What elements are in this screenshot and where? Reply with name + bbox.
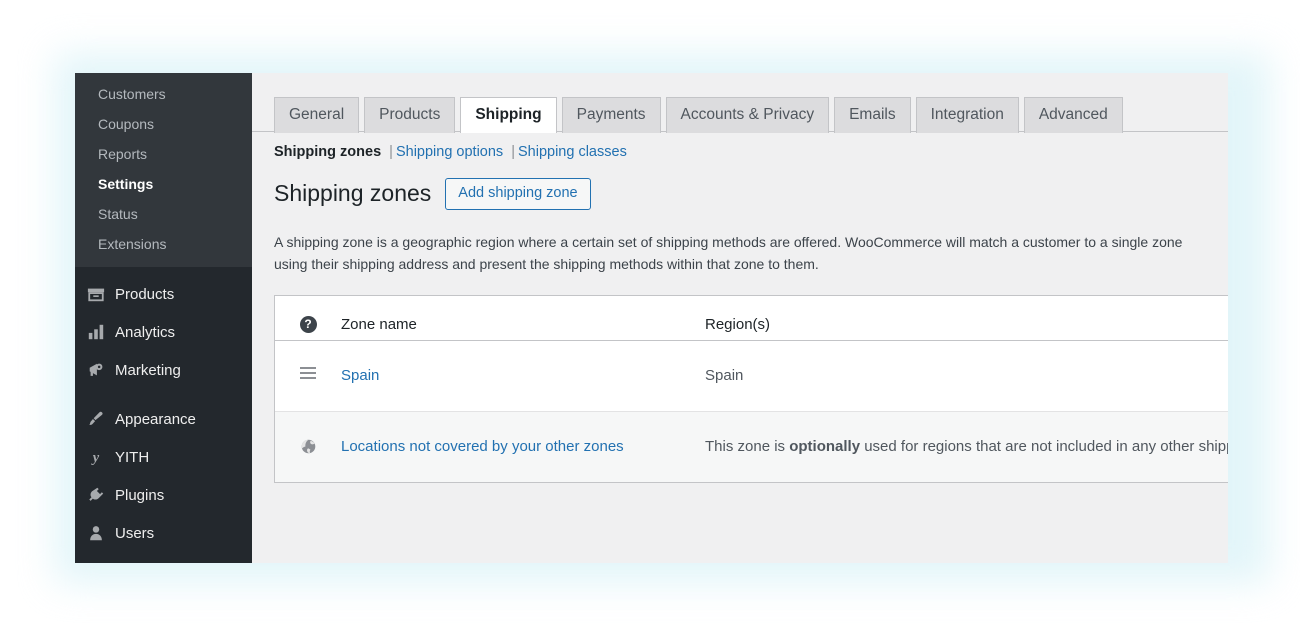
sidebar-subitem-customers[interactable]: Customers (75, 79, 252, 109)
zone-region-text: Spain (705, 366, 744, 384)
sidebar-item-label: Products (115, 285, 175, 303)
tab-label: General (289, 105, 345, 123)
zone-region-cell: Spain (705, 341, 1228, 411)
tab-advanced[interactable]: Advanced (1023, 96, 1123, 133)
tools-icon (86, 561, 106, 563)
sidebar-item-appearance[interactable]: Appearance (75, 400, 252, 438)
sidebar-item-users[interactable]: Users (75, 514, 252, 552)
sidebar-subitem-label: Reports (98, 146, 148, 162)
subnav-separator: | (389, 144, 393, 160)
sidebar-item-analytics[interactable]: Analytics (75, 313, 252, 351)
admin-main-menu: Products Analytics Marketing Appearance … (75, 267, 252, 563)
column-header-zone-name: Zone name (341, 315, 417, 333)
sidebar-subitem-label: Extensions (98, 236, 167, 252)
sidebar-subitem-label: Settings (98, 176, 154, 192)
zone-name-cell: Locations not covered by your other zone… (341, 412, 705, 482)
sidebar-item-label: Plugins (115, 486, 165, 504)
sidebar-subitem-label: Coupons (98, 116, 155, 132)
table-row[interactable]: Locations not covered by your other zone… (275, 411, 1228, 482)
sidebar-subitem-reports[interactable]: Reports (75, 139, 252, 169)
svg-text:y: y (91, 450, 100, 466)
sidebar-item-products[interactable]: Products (75, 275, 252, 313)
sidebar-subitem-coupons[interactable]: Coupons (75, 109, 252, 139)
help-icon[interactable]: ? (299, 315, 317, 333)
sidebar-item-plugins[interactable]: Plugins (75, 476, 252, 514)
sidebar-item-yith[interactable]: y YITH (75, 438, 252, 476)
tab-payments[interactable]: Payments (561, 96, 661, 133)
tab-general[interactable]: General (274, 96, 360, 133)
settings-tabs: General Products Shipping Payments Accou… (274, 73, 1228, 133)
tab-label: Emails (849, 105, 896, 123)
marketing-icon (86, 360, 106, 380)
subnav-link-shipping-options[interactable]: Shipping options (396, 144, 503, 160)
menu-divider (75, 389, 252, 400)
subnav-link-shipping-classes[interactable]: Shipping classes (518, 144, 627, 160)
zone-region-cell: This zone is optionally used for regions… (705, 412, 1228, 482)
shipping-zone-description: A shipping zone is a geographic region w… (274, 234, 1183, 273)
settings-tabs-bar: General Products Shipping Payments Accou… (252, 73, 1228, 133)
page-title: Shipping zones (274, 180, 432, 207)
sidebar-subitem-settings[interactable]: Settings (75, 169, 252, 199)
tab-products[interactable]: Products (364, 96, 456, 133)
users-icon (86, 523, 106, 543)
wordpress-admin-frame: Customers Coupons Reports Settings Statu… (75, 73, 1228, 563)
admin-sidebar: Customers Coupons Reports Settings Statu… (75, 73, 252, 563)
shipping-zones-table: ? Zone name Region(s) Spain Spain Locati… (274, 294, 1228, 483)
tab-label: Payments (576, 105, 646, 123)
zone-name-cell: Spain (341, 341, 705, 411)
analytics-icon (86, 322, 106, 342)
sidebar-item-label: YITH (115, 448, 150, 466)
tab-emails[interactable]: Emails (834, 96, 911, 133)
add-shipping-zone-button[interactable]: Add shipping zone (445, 178, 591, 211)
screenshot-stage: Customers Coupons Reports Settings Statu… (0, 0, 1300, 628)
row-icon-cell (275, 412, 341, 456)
shipping-subnav: Shipping zones | Shipping options | Shippi… (252, 132, 1228, 160)
zone-region-text-tail: used for regions that are not included i… (864, 437, 1228, 455)
tab-label: Accounts & Privacy (680, 105, 815, 123)
zone-region-emphasis: optionally (789, 437, 861, 455)
row-icon-cell (275, 341, 341, 379)
yith-icon: y (86, 447, 106, 467)
sidebar-subitem-extensions[interactable]: Extensions (75, 229, 252, 259)
tab-label: Integration (930, 105, 1004, 123)
tab-shipping[interactable]: Shipping (460, 96, 557, 133)
globe-icon (299, 438, 317, 456)
sidebar-item-label: Appearance (115, 410, 196, 428)
tab-accounts-privacy[interactable]: Accounts & Privacy (665, 96, 830, 133)
sidebar-item-label: Users (115, 524, 155, 542)
sidebar-item-marketing[interactable]: Marketing (75, 351, 252, 389)
zone-region-text: This zone is (705, 437, 790, 455)
sidebar-item-label: Analytics (115, 323, 176, 341)
sidebar-item-label: Marketing (115, 361, 181, 379)
sidebar-subitem-label: Customers (98, 86, 166, 102)
table-header-row: ? Zone name Region(s) (275, 295, 1228, 341)
drag-handle-icon[interactable] (300, 366, 316, 379)
column-header-regions: Region(s) (705, 315, 771, 333)
settings-content: General Products Shipping Payments Accou… (252, 73, 1228, 563)
zone-name-link[interactable]: Spain (341, 367, 379, 384)
sidebar-subitem-status[interactable]: Status (75, 199, 252, 229)
tab-integration[interactable]: Integration (915, 96, 1019, 133)
products-icon (86, 284, 106, 304)
table-row[interactable]: Spain Spain (275, 341, 1228, 412)
subnav-current-shipping-zones: Shipping zones (274, 144, 382, 160)
tab-label: Advanced (1038, 105, 1108, 123)
header-help-cell: ? (275, 296, 341, 333)
plugins-icon (86, 485, 106, 505)
sidebar-subitem-label: Status (98, 206, 138, 222)
page-header: Shipping zones Add shipping zone (252, 160, 1228, 211)
sidebar-item-tools-partial[interactable] (75, 552, 252, 563)
subnav-separator: | (511, 144, 515, 160)
appearance-icon (86, 409, 106, 429)
zone-name-link[interactable]: Locations not covered by your other zone… (341, 438, 624, 455)
tab-label: Shipping (475, 105, 542, 123)
tab-label: Products (379, 105, 441, 123)
woocommerce-submenu: Customers Coupons Reports Settings Statu… (75, 73, 252, 267)
